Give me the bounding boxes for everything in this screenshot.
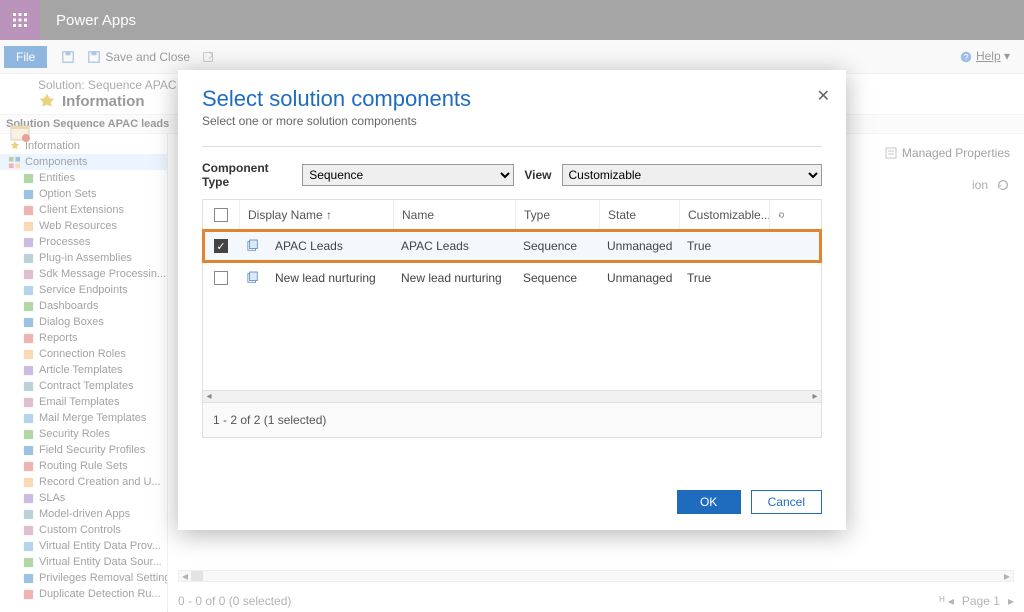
- cell-display-name: APAC Leads: [267, 230, 393, 262]
- col-display-name[interactable]: Display Name ↑: [239, 200, 393, 229]
- view-label: View: [524, 168, 551, 182]
- dialog-subtitle: Select one or more solution components: [202, 114, 822, 128]
- cell-type: Sequence: [515, 230, 599, 262]
- row-checkbox[interactable]: [214, 271, 228, 285]
- dialog-title: Select solution components: [202, 86, 822, 112]
- col-type[interactable]: Type: [515, 200, 599, 229]
- grid-hscrollbar[interactable]: ◂ ▸: [203, 390, 821, 402]
- grid-header: Display Name ↑ Name Type State Customiza…: [203, 200, 821, 230]
- cell-state: Unmanaged: [599, 262, 679, 294]
- grid-scroll-left-icon[interactable]: ◂: [203, 391, 215, 402]
- cell-display-name: New lead nurturing: [267, 262, 393, 294]
- refresh-grid-icon[interactable]: [769, 200, 793, 229]
- row-checkbox[interactable]: ✓: [214, 239, 228, 253]
- cancel-button[interactable]: Cancel: [751, 490, 822, 514]
- select-all-checkbox[interactable]: [214, 208, 228, 222]
- table-row[interactable]: ✓APAC LeadsAPAC LeadsSequenceUnmanagedTr…: [203, 230, 821, 262]
- cell-customizable: True: [679, 262, 769, 294]
- sequence-icon: [247, 239, 259, 253]
- cell-name: New lead nurturing: [393, 262, 515, 294]
- col-customizable[interactable]: Customizable...: [679, 200, 769, 229]
- cell-type: Sequence: [515, 262, 599, 294]
- select-components-dialog: ✕ Select solution components Select one …: [178, 70, 846, 530]
- col-state[interactable]: State: [599, 200, 679, 229]
- close-icon[interactable]: ✕: [817, 86, 830, 106]
- grid-scroll-right-icon[interactable]: ▸: [809, 391, 821, 402]
- cell-state: Unmanaged: [599, 230, 679, 262]
- ok-button[interactable]: OK: [677, 490, 741, 514]
- component-type-label: Component Type: [202, 161, 292, 189]
- cell-customizable: True: [679, 230, 769, 262]
- sequence-icon: [247, 271, 259, 285]
- col-name[interactable]: Name: [393, 200, 515, 229]
- cell-name: APAC Leads: [393, 230, 515, 262]
- component-type-select[interactable]: Sequence: [302, 164, 514, 186]
- view-select[interactable]: Customizable: [562, 164, 822, 186]
- components-grid: Display Name ↑ Name Type State Customiza…: [202, 199, 822, 403]
- grid-footer: 1 - 2 of 2 (1 selected): [202, 403, 822, 438]
- table-row[interactable]: New lead nurturingNew lead nurturingSequ…: [203, 262, 821, 294]
